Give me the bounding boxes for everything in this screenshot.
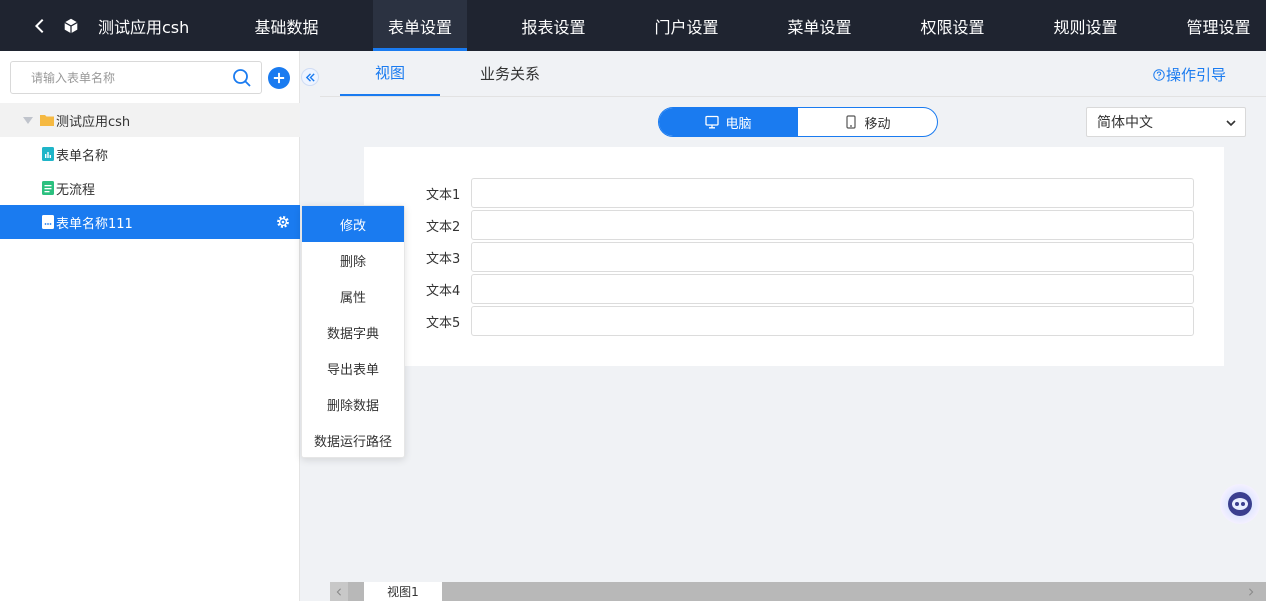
tree-item-label: 表单名称111 <box>56 216 133 232</box>
form-doc-icon <box>42 147 54 161</box>
caret-down-icon[interactable] <box>22 114 34 126</box>
field-label: 文本2 <box>426 219 461 235</box>
gear-icon[interactable] <box>276 215 290 229</box>
nav-portal-settings[interactable]: 门户设置 <box>620 0 753 51</box>
plus-icon <box>273 72 285 84</box>
menu-item-data-dictionary[interactable]: 数据字典 <box>302 314 404 350</box>
text-field-1[interactable] <box>471 178 1194 208</box>
form-field-row: 文本5 <box>426 306 1194 336</box>
nav-admin-settings[interactable]: 管理设置 <box>1152 0 1266 51</box>
double-chevron-left-icon <box>305 72 315 82</box>
help-circle-icon <box>1153 68 1165 81</box>
chevron-left-icon <box>336 587 341 596</box>
monitor-icon <box>705 115 720 129</box>
form-field-row: 文本4 <box>426 274 1194 304</box>
form-field-row: 文本3 <box>426 242 1194 272</box>
robot-face-icon <box>1228 492 1252 516</box>
field-label: 文本4 <box>426 283 461 299</box>
menu-item-edit[interactable]: 修改 <box>302 206 404 242</box>
field-label: 文本3 <box>426 251 461 267</box>
tree-root-label: 测试应用csh <box>56 114 131 130</box>
device-toggle: 电脑 移动 <box>658 107 938 137</box>
tree-item-form-name[interactable]: 表单名称 <box>0 137 300 171</box>
device-desktop-label: 电脑 <box>725 116 752 132</box>
tree-item-label: 表单名称 <box>56 148 109 164</box>
text-field-3[interactable] <box>471 242 1194 272</box>
tree-item-no-flow[interactable]: 无流程 <box>0 171 300 205</box>
mobile-phone-icon <box>846 115 857 129</box>
language-value: 简体中文 <box>1097 115 1153 131</box>
field-label: 文本1 <box>426 187 461 203</box>
nav-report-settings[interactable]: 报表设置 <box>487 0 620 51</box>
tree-root[interactable]: 测试应用csh <box>0 103 300 137</box>
main-tabs: 视图 业务关系 操作引导 <box>320 51 1266 97</box>
text-field-2[interactable] <box>471 210 1194 240</box>
nav-menu-settings[interactable]: 菜单设置 <box>753 0 886 51</box>
text-field-5[interactable] <box>471 306 1194 336</box>
top-bar: 测试应用csh 基础数据 表单设置 报表设置 门户设置 菜单设置 权限设置 规则… <box>0 0 1266 51</box>
form-field-row: 文本2 <box>426 210 1194 240</box>
sheet-tab-bar: 视图1 <box>330 582 1266 601</box>
add-form-button[interactable] <box>268 67 290 89</box>
menu-item-delete-data[interactable]: 删除数据 <box>302 386 404 422</box>
form-canvas: 文本1 文本2 文本3 文本4 文本5 <box>364 147 1224 366</box>
language-select[interactable]: 简体中文 <box>1086 107 1246 137</box>
chevron-down-icon <box>1226 120 1236 127</box>
nav-basic-data[interactable]: 基础数据 <box>220 0 353 51</box>
menu-item-export-form[interactable]: 导出表单 <box>302 350 404 386</box>
device-mobile-label: 移动 <box>864 116 891 132</box>
field-label: 文本5 <box>426 315 461 331</box>
form-tree: 测试应用csh 表单名称 无流程 表单名称111 <box>0 103 300 239</box>
text-field-4[interactable] <box>471 274 1194 304</box>
form-doc-icon <box>42 215 54 229</box>
form-doc-icon <box>42 181 54 195</box>
search-input[interactable] <box>11 62 231 93</box>
nav-form-settings[interactable]: 表单设置 <box>373 0 467 51</box>
main-nav: 基础数据 表单设置 报表设置 门户设置 菜单设置 权限设置 规则设置 管理设置 <box>220 0 1266 51</box>
sheet-tab-view1[interactable]: 视图1 <box>364 582 442 601</box>
folder-icon <box>40 115 54 126</box>
app-name: 测试应用csh <box>98 17 190 37</box>
app-cube-icon <box>60 15 82 37</box>
menu-item-data-run-path[interactable]: 数据运行路径 <box>302 422 404 458</box>
tree-item-label: 无流程 <box>56 182 96 198</box>
menu-item-properties[interactable]: 属性 <box>302 278 404 314</box>
device-mobile-button[interactable]: 移动 <box>798 108 937 136</box>
scroll-right-button[interactable] <box>1242 582 1260 601</box>
tree-item-form-name-111[interactable]: 表单名称111 <box>0 205 300 239</box>
chevron-right-icon <box>1249 587 1254 596</box>
sidebar: 测试应用csh 表单名称 无流程 表单名称111 <box>0 51 300 601</box>
form-field-row: 文本1 <box>426 178 1194 208</box>
tab-view[interactable]: 视图 <box>340 51 440 96</box>
context-menu: 修改 删除 属性 数据字典 导出表单 删除数据 数据运行路径 <box>301 205 405 458</box>
assistant-robot-button[interactable] <box>1220 484 1260 524</box>
search-box <box>10 61 262 94</box>
operation-guide-link[interactable]: 操作引导 <box>1153 64 1226 85</box>
nav-rule-settings[interactable]: 规则设置 <box>1019 0 1152 51</box>
nav-permission-settings[interactable]: 权限设置 <box>886 0 1019 51</box>
back-arrow-icon[interactable] <box>30 16 50 36</box>
guide-label: 操作引导 <box>1165 66 1226 84</box>
tab-business-relation[interactable]: 业务关系 <box>460 51 560 96</box>
scroll-left-button[interactable] <box>330 582 348 601</box>
menu-item-delete[interactable]: 删除 <box>302 242 404 278</box>
collapse-sidebar-button[interactable] <box>301 68 319 86</box>
search-icon[interactable] <box>231 67 253 89</box>
device-desktop-button[interactable]: 电脑 <box>659 108 798 136</box>
